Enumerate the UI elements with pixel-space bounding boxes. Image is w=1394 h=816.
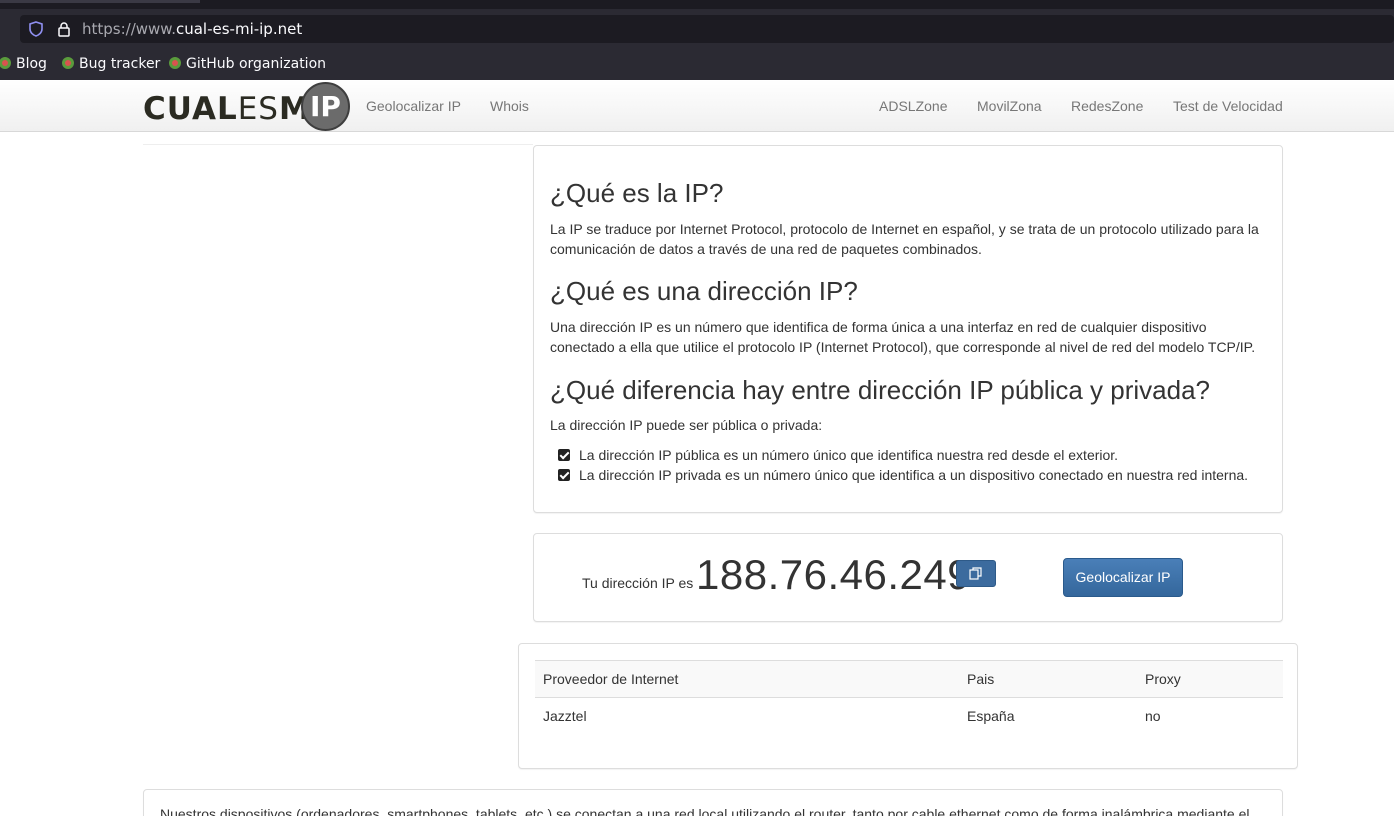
lock-icon[interactable] (56, 21, 72, 37)
list-item-text: La dirección IP privada es un número úni… (579, 467, 1249, 483)
bookmark-favicon-icon (169, 57, 181, 69)
logo-cual: CUAL (143, 91, 238, 127)
bookmark-blog[interactable]: Blog (0, 55, 47, 73)
nav-movilzona[interactable]: MovilZona (977, 98, 1042, 114)
copy-icon (969, 567, 982, 580)
geolocalizar-ip-button[interactable]: Geolocalizar IP (1063, 558, 1183, 597)
url-host: cual-es-mi-ip.net (175, 20, 303, 38)
list-item-text: La dirección IP pública es un número úni… (579, 447, 1119, 463)
checkbox-checked-icon (558, 469, 570, 481)
address-bar[interactable]: https://www.cual-es-mi-ip.net (20, 15, 1394, 43)
cell-pais: España (967, 707, 1015, 724)
heading-que-es-ip: ¿Qué es la IP? (550, 178, 724, 208)
isp-info-panel: Proveedor de Internet Pais Proxy Jazztel… (518, 643, 1298, 769)
logo-text: CUALESMI (143, 91, 323, 127)
bookmark-github-organization[interactable]: GitHub organization (168, 55, 326, 73)
bookmark-favicon-icon (62, 57, 74, 69)
logo-ip-badge: IP (301, 82, 350, 131)
heading-direccion-ip: ¿Qué es una dirección IP? (550, 276, 858, 306)
explanation-text: Nuestros dispositivos (ordenadores, smar… (160, 806, 1250, 816)
bookmarks-bar: Blog Bug tracker GitHub organization (0, 49, 1394, 80)
table-row: Jazztel España no (535, 698, 1283, 734)
browser-toolbar: https://www.cual-es-mi-ip.net (0, 9, 1394, 49)
bookmark-label: Bug tracker (79, 56, 161, 72)
divider (143, 144, 533, 145)
column-header-proveedor: Proveedor de Internet (535, 660, 959, 698)
nav-whois[interactable]: Whois (490, 98, 529, 114)
nav-test-de-velocidad[interactable]: Test de Velocidad (1173, 98, 1283, 114)
column-header-proxy: Proxy (1137, 660, 1283, 698)
shield-icon[interactable] (28, 21, 44, 37)
table-header-row: Proveedor de Internet Pais Proxy (535, 660, 1283, 698)
isp-table: Proveedor de Internet Pais Proxy Jazztel… (535, 660, 1283, 734)
bookmark-label: GitHub organization (186, 56, 327, 72)
nav-redeszone[interactable]: RedesZone (1071, 98, 1143, 114)
checkbox-checked-icon (558, 449, 570, 461)
list-item: La dirección IP pública es un número úni… (558, 445, 1118, 465)
cell-proveedor: Jazztel (543, 707, 587, 724)
ip-panel: Tu dirección IP es 188.76.46.249 Geoloca… (533, 533, 1283, 622)
url-text[interactable]: https://www.cual-es-mi-ip.net (82, 20, 302, 38)
paragraph-que-es-ip: La IP se traduce por Internet Protocol, … (550, 221, 1259, 257)
copy-ip-button[interactable] (956, 560, 996, 587)
cell-proxy: no (1145, 707, 1161, 724)
url-protocol: https://www. (82, 20, 176, 38)
browser-tab-strip (0, 0, 1394, 9)
heading-publica-privada: ¿Qué diferencia hay entre dirección IP p… (550, 375, 1211, 405)
site-navbar: CUALESMI IP Geolocalizar IP Whois ADSLZo… (0, 80, 1394, 132)
paragraph-publica-privada: La dirección IP puede ser pública o priv… (550, 417, 823, 433)
active-tab-edge[interactable] (0, 0, 200, 3)
ip-address[interactable]: 188.76.46.249 (696, 551, 971, 599)
bookmark-favicon-icon (0, 57, 11, 69)
ip-label: Tu dirección IP es (582, 575, 694, 591)
bookmark-label: Blog (16, 56, 47, 72)
bookmark-bug-tracker[interactable]: Bug tracker (61, 55, 160, 73)
logo-es: ES (237, 91, 279, 127)
paragraph-direccion-ip: Una dirección IP es un número que identi… (550, 319, 1256, 355)
explanation-panel: Nuestros dispositivos (ordenadores, smar… (143, 789, 1283, 816)
nav-adslzone[interactable]: ADSLZone (879, 98, 947, 114)
site-logo[interactable]: CUALESMI IP (143, 82, 353, 131)
list-item: La dirección IP privada es un número úni… (558, 465, 1248, 485)
info-panel: ¿Qué es la IP? La IP se traduce por Inte… (533, 145, 1283, 513)
column-header-pais: Pais (959, 660, 1137, 698)
nav-geolocalizar-ip[interactable]: Geolocalizar IP (366, 98, 461, 114)
